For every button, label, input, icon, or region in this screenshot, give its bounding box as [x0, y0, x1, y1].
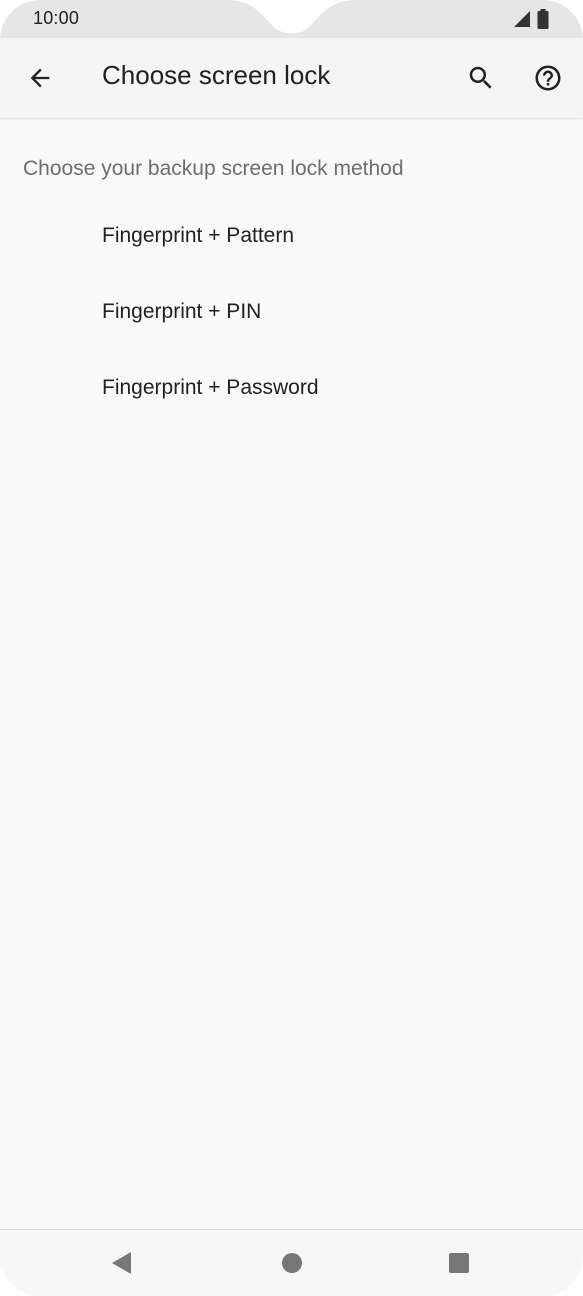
search-button[interactable]: [461, 58, 501, 98]
app-bar: Choose screen lock: [0, 38, 583, 118]
option-fingerprint-pin[interactable]: Fingerprint + PIN: [0, 276, 583, 348]
recents-square-icon: [449, 1253, 469, 1273]
screen: 10:00 Choose screen lock Choose your bac…: [0, 0, 583, 1296]
camera-notch: [225, 0, 358, 34]
option-label: Fingerprint + Password: [102, 376, 319, 399]
section-subtitle: Choose your backup screen lock method: [23, 157, 404, 180]
option-fingerprint-password[interactable]: Fingerprint + Password: [0, 352, 583, 424]
arrow-back-icon: [30, 68, 50, 88]
page-title: Choose screen lock: [102, 60, 331, 90]
nav-home-button[interactable]: [272, 1243, 312, 1283]
navigation-bar: [0, 1229, 583, 1296]
home-circle-icon: [282, 1253, 302, 1273]
status-icons: [513, 9, 549, 29]
back-button[interactable]: [20, 58, 60, 98]
search-icon: [469, 66, 492, 89]
nav-back-button[interactable]: [102, 1243, 142, 1283]
status-time: 10:00: [33, 8, 80, 28]
signal-icon: [514, 11, 530, 27]
help-icon: [535, 65, 561, 91]
option-label: Fingerprint + PIN: [102, 300, 262, 323]
nav-recents-button[interactable]: [439, 1243, 479, 1283]
back-triangle-icon: [112, 1252, 131, 1274]
option-fingerprint-pattern[interactable]: Fingerprint + Pattern: [0, 200, 583, 272]
status-bar: 10:00: [0, 0, 583, 38]
help-button[interactable]: [528, 58, 568, 98]
battery-icon: [537, 9, 549, 29]
option-label: Fingerprint + Pattern: [102, 224, 295, 247]
